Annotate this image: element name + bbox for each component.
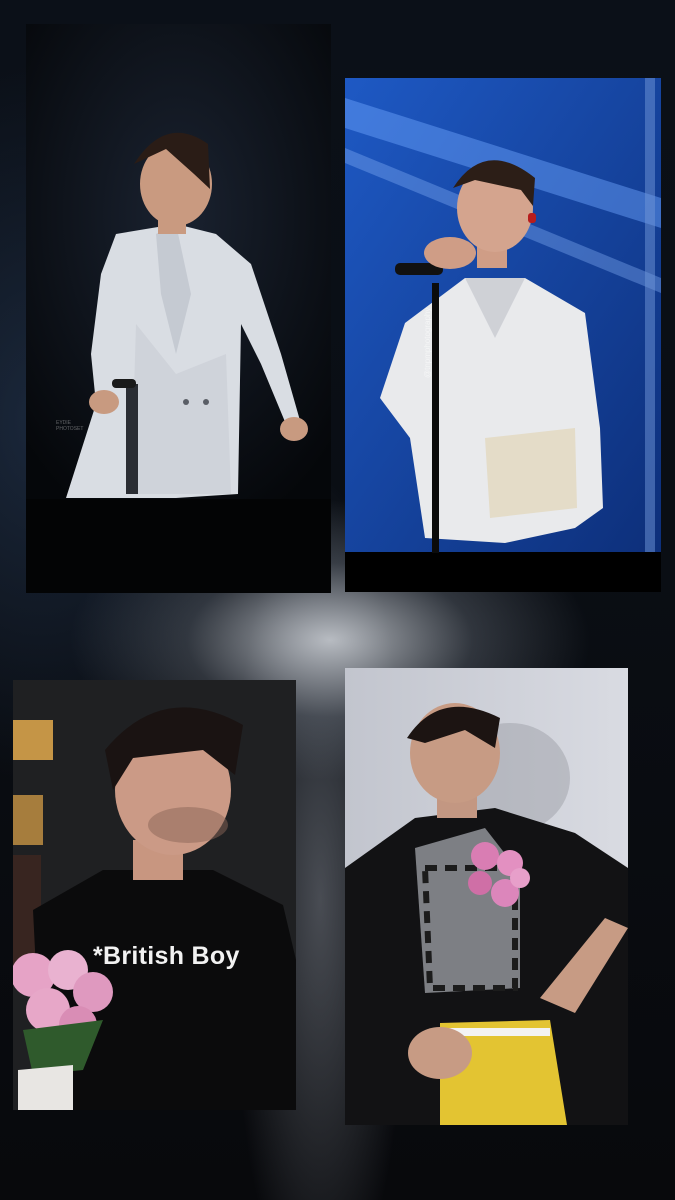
man-with-orchid-illustration bbox=[345, 668, 628, 1125]
photo-top-left[interactable]: EYDIE PHOTOSET bbox=[26, 24, 331, 593]
photo-top-right[interactable]: @tnpmphotography bbox=[345, 78, 661, 592]
man-with-roses-illustration bbox=[13, 680, 296, 1110]
performer-mic-illustration bbox=[345, 78, 661, 592]
photo-bottom-right[interactable] bbox=[345, 668, 628, 1125]
photo-bottom-left[interactable]: *British Boy bbox=[13, 680, 296, 1110]
performer-suit-illustration bbox=[26, 24, 331, 593]
photo-watermark: @tnpmphotography bbox=[423, 307, 432, 378]
photo-watermark: EYDIE PHOTOSET bbox=[56, 420, 84, 432]
shirt-text: *British Boy bbox=[93, 942, 240, 970]
